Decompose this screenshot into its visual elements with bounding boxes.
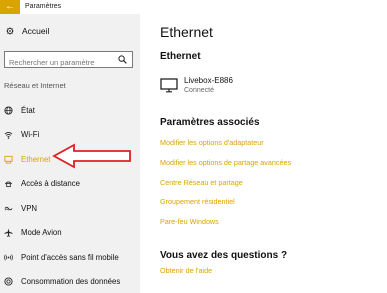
window-title: Paramètres (25, 3, 62, 10)
dialup-icon (4, 181, 13, 188)
sidebar-item-etat[interactable]: État (0, 98, 140, 123)
search-input[interactable] (5, 55, 113, 70)
home-label: Accueil (22, 26, 50, 36)
page-title: Ethernet (160, 24, 213, 40)
scrollbar[interactable] (383, 14, 387, 293)
link-advanced-sharing[interactable]: Modifier les options de partage avancées (160, 158, 291, 178)
network-status: Connecté (184, 87, 214, 94)
search-box[interactable] (4, 51, 133, 70)
sidebar-item-label: Ethernet (21, 154, 51, 164)
get-help-link[interactable]: Obtenir de l'aide (160, 266, 212, 275)
sidebar-item-label: VPN (21, 203, 38, 213)
data-usage-icon (4, 277, 13, 286)
ethernet-heading: Ethernet (160, 51, 201, 62)
search-icon[interactable] (118, 55, 127, 64)
section-label: Réseau et Internet (4, 81, 66, 90)
sidebar-item-label: Consommation des données (21, 277, 121, 287)
sidebar-item-consommation[interactable]: Consommation des données (0, 270, 140, 293)
main-content: Ethernet Ethernet Livebox-E886 Connecté … (160, 14, 387, 293)
airplane-icon (4, 228, 13, 238)
sidebar-item-point-acces[interactable]: Point d'accès sans fil mobile (0, 245, 140, 270)
back-arrow-icon: ← (5, 1, 15, 12)
home-item[interactable]: Accueil (6, 26, 49, 36)
related-settings-heading: Paramètres associés (160, 117, 260, 128)
link-homegroup[interactable]: Groupement résidentiel (160, 197, 291, 217)
back-button[interactable]: ← (0, 0, 20, 14)
globe-icon (4, 106, 13, 115)
title-bar: ← Paramètres (0, 0, 387, 14)
network-connection[interactable]: Livebox-E886 Connecté (160, 76, 233, 95)
nav-list: État Wi-Fi Ethernet Accès à distance VPN… (0, 98, 140, 293)
sidebar-item-label: Point d'accès sans fil mobile (21, 252, 119, 262)
link-firewall[interactable]: Pare-feu Windows (160, 217, 291, 237)
related-links: Modifier les options d'adaptateur Modifi… (160, 138, 291, 237)
sidebar-item-label: Accès à distance (21, 179, 80, 189)
ethernet-icon (4, 155, 13, 164)
sidebar-item-vpn[interactable]: VPN (0, 196, 140, 221)
hotspot-icon (4, 254, 13, 261)
questions-heading: Vous avez des questions ? (160, 250, 288, 261)
annotation-arrow (52, 143, 131, 169)
monitor-icon (160, 78, 178, 93)
sidebar-item-label: Mode Avion (21, 228, 62, 238)
vpn-icon (4, 206, 13, 211)
link-adapter-options[interactable]: Modifier les options d'adaptateur (160, 138, 291, 158)
sidebar-item-acces-distance[interactable]: Accès à distance (0, 172, 140, 197)
sidebar-item-mode-avion[interactable]: Mode Avion (0, 221, 140, 246)
wifi-icon (4, 132, 13, 140)
sidebar-item-label: État (21, 105, 35, 115)
link-network-sharing-center[interactable]: Centre Réseau et partage (160, 178, 291, 198)
sidebar-item-label: Wi-Fi (21, 130, 40, 140)
gear-icon (6, 27, 14, 35)
network-name: Livebox-E886 (184, 76, 233, 85)
